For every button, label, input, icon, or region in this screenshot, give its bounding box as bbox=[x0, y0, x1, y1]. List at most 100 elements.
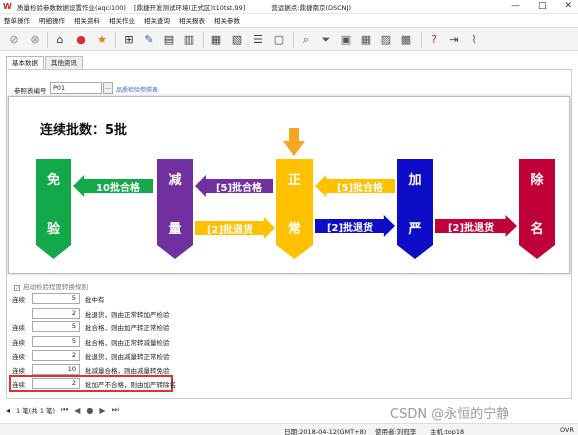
rule-count-input[interactable]: 5 bbox=[32, 321, 80, 332]
maximize-button[interactable]: □ bbox=[538, 1, 547, 11]
arrow-tightened-to-normal: [5]批合格 bbox=[315, 175, 395, 197]
diagram-title: 连续批数：5批 bbox=[40, 123, 128, 138]
location-icon[interactable]: ● bbox=[73, 32, 89, 48]
close-button[interactable]: ✕ bbox=[564, 1, 572, 11]
toolbar: ⊘ ⊗ ⌂ ● ★ ⊞ ✎ ▤ ▥ ▦ ▧ ☰ ▢ ⌕ ⏷ ▣ ▦ ▨ ▩ ? … bbox=[0, 27, 578, 51]
document-icon[interactable]: ▢ bbox=[271, 32, 287, 48]
rule-prefix: 连续 bbox=[12, 353, 25, 361]
arrow-normal-to-tightened: [2]批退货 bbox=[315, 215, 395, 237]
node-exempt: 免 验 bbox=[36, 159, 71, 259]
enable-conversion-rules-label: 启动检验程度转换规则 bbox=[23, 283, 88, 291]
chart-icon[interactable]: ▣ bbox=[338, 32, 354, 48]
confirm-icon[interactable]: ⊘ bbox=[6, 32, 22, 48]
menu-item-detail[interactable]: 明细操作 bbox=[39, 15, 65, 25]
window-title: 质量检验参数数据设置作业(aqci100) bbox=[17, 3, 126, 12]
record-count: 1 笔(共 1 笔) bbox=[16, 407, 56, 415]
node-reduced-bottom: 量 bbox=[168, 222, 182, 237]
record-navigation: ◂ 1 笔(共 1 笔) ⏮ ◀ ● ▶ ⏭ bbox=[6, 404, 119, 416]
next-icon[interactable]: ▶ bbox=[99, 406, 105, 415]
edit-icon[interactable]: ✎ bbox=[141, 32, 157, 48]
help-icon[interactable]: ? bbox=[426, 32, 442, 48]
copy-icon[interactable]: ▤ bbox=[161, 32, 177, 48]
node-reduced-top: 减 bbox=[168, 173, 182, 188]
node-removed: 除 名 bbox=[519, 159, 555, 259]
rule-count-input[interactable]: 2 bbox=[32, 308, 80, 319]
rule-count-input[interactable]: 5 bbox=[32, 336, 80, 347]
menu-item-whole-doc[interactable]: 整单操作 bbox=[4, 15, 30, 25]
settings-icon[interactable]: ▨ bbox=[378, 32, 394, 48]
watermark: CSDN @永恒的宁静 bbox=[390, 407, 510, 422]
rule-row: 连续 5 批中有 bbox=[12, 293, 232, 304]
cancel-icon[interactable]: ⊗ bbox=[27, 32, 43, 48]
rule-prefix: 连续 bbox=[12, 296, 25, 304]
prev-first-icon[interactable]: ⏮ bbox=[61, 405, 68, 415]
menu-item-related-params[interactable]: 相关参数 bbox=[214, 15, 240, 25]
rule-count-input[interactable]: 10 bbox=[32, 364, 80, 375]
rule-text: 批合格，则由正常转减量检验 bbox=[85, 339, 170, 347]
exit-icon[interactable]: ⇥ bbox=[446, 32, 462, 48]
rule-text: 批退货，则由减量转正常检验 bbox=[85, 353, 170, 361]
rule-count-input[interactable]: 2 bbox=[32, 378, 80, 389]
layout-icon[interactable]: ▩ bbox=[398, 32, 414, 48]
rule-text: 批加严不合格，则由加严转除名 bbox=[85, 381, 176, 389]
first-record-icon[interactable]: ◂ bbox=[6, 406, 10, 415]
node-removed-bottom: 名 bbox=[530, 222, 544, 237]
reference-table-label: 参照表编号 bbox=[14, 87, 47, 95]
search-icon[interactable]: ⌕ bbox=[298, 32, 314, 48]
rule-row: 2 批退货，则由正常转加严检验 bbox=[12, 308, 232, 319]
status-mode: OVR bbox=[560, 426, 574, 434]
print-icon[interactable]: ▦ bbox=[208, 32, 224, 48]
rule-row: 连续 2 批退货，则由减量转正常检验 bbox=[12, 350, 232, 361]
status-bar: 日期:2018-04-12(GMT+8) 使用者:刘冠李 主机:top18 OV… bbox=[0, 423, 578, 435]
menu-item-related-report[interactable]: 相关报表 bbox=[179, 15, 205, 25]
favorite-icon[interactable]: ★ bbox=[94, 32, 110, 48]
menu-item-related-query[interactable]: 相关查询 bbox=[144, 15, 170, 25]
rule-row: 连续 5 批合格，则由加严转正常检验 bbox=[12, 321, 232, 332]
minimize-button[interactable]: — bbox=[511, 1, 520, 11]
list-icon[interactable]: ☰ bbox=[250, 32, 266, 48]
rule-text: 批合格，则由加严转正常检验 bbox=[85, 324, 170, 332]
rule-prefix: 连续 bbox=[12, 367, 25, 375]
home-icon[interactable]: ⌂ bbox=[52, 32, 68, 48]
tab-other-info[interactable]: 其他资讯 bbox=[45, 56, 83, 69]
rule-count-input[interactable]: 5 bbox=[32, 293, 80, 304]
node-tightened-bottom: 严 bbox=[408, 222, 422, 237]
node-reduced: 减 量 bbox=[157, 159, 193, 259]
node-tightened-top: 加 bbox=[408, 173, 422, 188]
node-removed-top: 除 bbox=[530, 173, 544, 188]
prev-icon[interactable]: ◀ bbox=[74, 406, 80, 415]
current-icon[interactable]: ● bbox=[86, 406, 93, 415]
tab-basic-data[interactable]: 基本数据 bbox=[6, 56, 44, 69]
menu-item-related-jobs[interactable]: 相关作业 bbox=[109, 15, 135, 25]
rule-text: 批退货，则由正常转加严检验 bbox=[85, 311, 170, 319]
filter-icon[interactable]: ⏷ bbox=[318, 32, 334, 48]
arrow-tightened-to-removed: [2]批退货 bbox=[435, 215, 517, 237]
status-user: 使用者:刘冠李 bbox=[375, 428, 417, 435]
status-date: 日期:2018-04-12(GMT+8) bbox=[284, 428, 367, 435]
last-icon[interactable]: ⏭ bbox=[112, 405, 119, 415]
delete-icon[interactable]: ▥ bbox=[181, 32, 197, 48]
rule-row: 连续 5 批合格，则由正常转减量检验 bbox=[12, 336, 232, 347]
menu-item-related-data[interactable]: 相关资料 bbox=[74, 15, 100, 25]
environment-label: [鼎捷开发测试环境(正式区)t10tst,99] bbox=[133, 3, 246, 12]
rule-text: 批中有 bbox=[85, 296, 105, 304]
checkbox-icon[interactable]: ✓ bbox=[14, 285, 20, 292]
lookup-button[interactable]: … bbox=[103, 82, 113, 94]
menu-bar: 整单操作 明细操作 相关资料 相关作业 相关查询 相关报表 相关参数 bbox=[0, 14, 578, 26]
node-exempt-bottom: 验 bbox=[46, 222, 60, 237]
reference-table-input[interactable]: P01 bbox=[50, 82, 102, 94]
new-icon[interactable]: ⊞ bbox=[121, 32, 137, 48]
title-bar: W 质量检验参数数据设置作业(aqci100) [鼎捷开发测试环境(正式区)t1… bbox=[0, 0, 578, 14]
node-tightened: 加 严 bbox=[397, 159, 433, 259]
reference-table-description: 品质检验参照表 bbox=[116, 87, 159, 94]
arrow-reduced-to-exempt: 10批合格 bbox=[73, 175, 153, 197]
app-logo-icon: W bbox=[3, 1, 12, 11]
tab-strip: 基本数据 其他资讯 bbox=[6, 56, 84, 69]
rule-count-input[interactable]: 2 bbox=[32, 350, 80, 361]
attachment-icon[interactable]: ⌇ bbox=[466, 32, 482, 48]
enable-conversion-rules[interactable]: ✓ 启动检验程度转换规则 bbox=[14, 281, 88, 292]
node-exempt-top: 免 bbox=[46, 173, 60, 188]
grid-icon[interactable]: ▦ bbox=[358, 32, 374, 48]
rule-prefix: 连续 bbox=[12, 381, 25, 389]
export-icon[interactable]: ▧ bbox=[229, 32, 245, 48]
